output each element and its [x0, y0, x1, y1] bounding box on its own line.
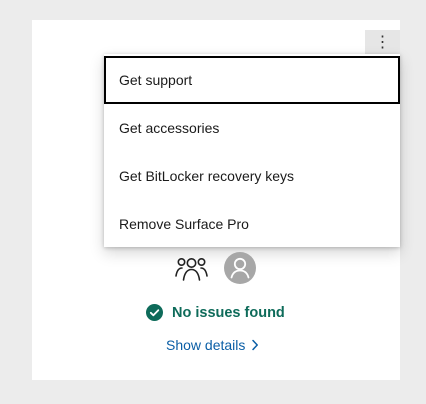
menu-item-label: Get support: [119, 72, 193, 88]
person-avatar-icon: [230, 257, 250, 279]
menu-item-get-bitlocker-recovery-keys[interactable]: Get BitLocker recovery keys: [104, 152, 400, 200]
menu-item-get-support[interactable]: Get support: [104, 56, 400, 104]
people-group-icon: [175, 257, 208, 281]
show-details-link[interactable]: Show details: [166, 337, 259, 353]
menu-item-label: Get BitLocker recovery keys: [119, 168, 295, 184]
check-circle-icon: [146, 304, 163, 321]
status-text: No issues found: [172, 304, 285, 321]
menu-item-label: Remove Surface Pro: [119, 216, 249, 232]
show-details-label: Show details: [166, 337, 246, 353]
menu-item-get-accessories[interactable]: Get accessories: [104, 104, 400, 152]
chevron-right-icon: [252, 339, 259, 351]
status-message: No issues found: [146, 304, 285, 321]
menu-item-label: Get accessories: [119, 120, 220, 136]
page: ⋮ Get support Get accessories Get BitLoc…: [0, 0, 426, 404]
more-icon: ⋮: [374, 33, 391, 51]
avatar[interactable]: [224, 252, 256, 284]
context-menu: Get support Get accessories Get BitLocke…: [104, 54, 400, 247]
more-options-button[interactable]: ⋮: [365, 30, 400, 55]
menu-item-remove-surface-pro[interactable]: Remove Surface Pro: [104, 200, 400, 248]
